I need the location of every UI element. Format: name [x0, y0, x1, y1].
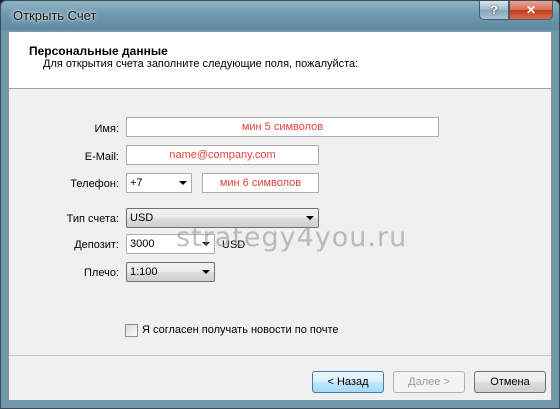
newsletter-checkbox[interactable] — [125, 324, 138, 337]
name-label: Имя: — [94, 123, 119, 135]
leverage-value: 1:100 — [130, 266, 158, 278]
chevron-down-icon — [202, 270, 210, 274]
email-input[interactable]: name@company.com — [126, 145, 319, 165]
chevron-down-icon — [306, 216, 314, 220]
chevron-down-icon — [179, 181, 187, 185]
back-button[interactable]: < Назад — [312, 371, 384, 393]
cancel-button[interactable]: Отмена — [474, 371, 546, 393]
section-subtitle: Для открытия счета заполните следующие п… — [43, 58, 359, 70]
dialog-client-area: Персональные данные Для открытия счета з… — [8, 31, 552, 401]
section-title: Персональные данные — [29, 44, 168, 58]
deposit-label: Депозит: — [74, 239, 119, 251]
phone-label: Телефон: — [70, 178, 119, 190]
phone-input[interactable]: мин 6 символов — [202, 173, 319, 193]
name-input[interactable]: мин 5 символов — [126, 117, 439, 137]
next-button[interactable]: Далее > — [393, 371, 465, 393]
watermark: strategy4you.ru — [176, 222, 408, 253]
help-button[interactable]: ? — [479, 1, 509, 20]
footer-divider — [9, 355, 551, 356]
header-panel: Персональные данные Для открытия счета з… — [9, 32, 551, 89]
close-button[interactable]: ✕ — [509, 1, 553, 20]
phone-code-value: +7 — [130, 177, 143, 189]
window-title: Открыть Счет — [13, 8, 97, 23]
newsletter-label[interactable]: Я согласен получать новости по почте — [142, 324, 338, 336]
leverage-select[interactable]: 1:100 — [126, 262, 215, 282]
account-type-label: Тип счета: — [66, 213, 119, 225]
phone-code-select[interactable]: +7 — [126, 173, 192, 193]
leverage-label: Плечо: — [84, 267, 119, 279]
email-label: E-Mail: — [84, 151, 119, 163]
account-type-value: USD — [130, 212, 154, 224]
deposit-value: 3000 — [130, 238, 155, 250]
title-bar[interactable]: Открыть Счет ? ✕ — [1, 1, 559, 31]
dialog-window: Открыть Счет ? ✕ Персональные данные Для… — [0, 0, 560, 409]
